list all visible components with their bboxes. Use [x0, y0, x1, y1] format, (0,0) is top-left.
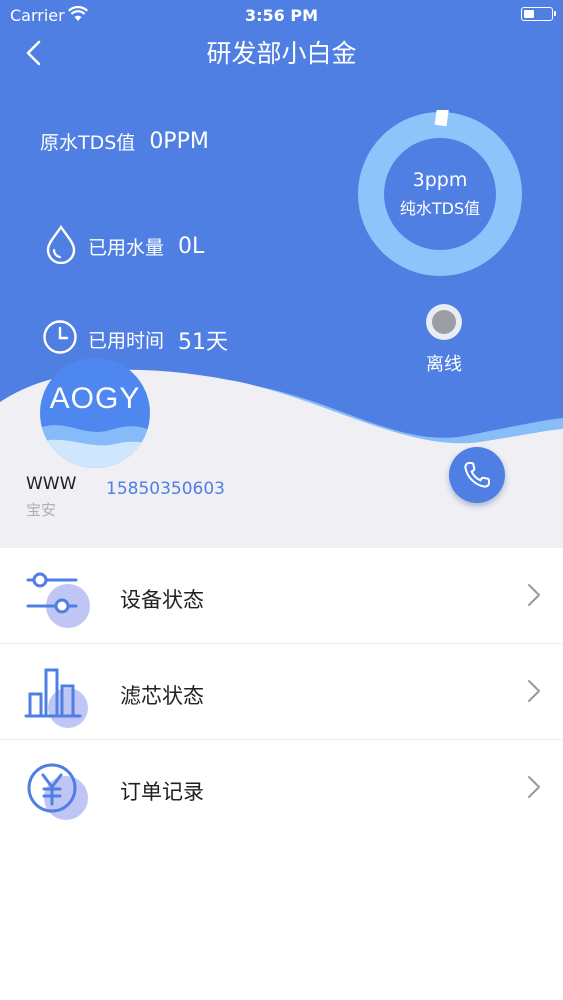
bar-chart-icon [24, 668, 88, 728]
clock-time: 3:56 PM [244, 6, 318, 25]
menu-item-filter-status[interactable]: 滤芯状态 [0, 644, 563, 740]
avatar[interactable]: AOGY [40, 358, 150, 468]
user-phone[interactable]: 15850350603 [106, 479, 225, 499]
water-drop-icon [44, 224, 78, 269]
yen-coin-icon [27, 763, 88, 820]
clock-icon [42, 319, 78, 360]
raw-tds-label: 原水TDS值 [40, 132, 136, 154]
water-used-stat: 已用水量 0L [44, 224, 204, 269]
call-button[interactable] [449, 447, 505, 503]
time-used-label: 已用时间 [88, 330, 165, 352]
battery-icon [521, 7, 556, 21]
phone-icon [464, 462, 490, 488]
chevron-right-icon [528, 584, 540, 606]
pure-tds-value: 3ppm [412, 169, 468, 191]
status-bar: Carrier 3:56 PM [0, 0, 563, 30]
sliders-icon [26, 572, 90, 628]
status-label: 离线 [426, 354, 462, 375]
gauge-center: 3ppm 纯水TDS值 [356, 110, 524, 278]
status-dot [426, 304, 462, 340]
menu-list: 设备状态 滤芯状态 订单记录 [0, 548, 563, 835]
water-used-label: 已用水量 [88, 237, 165, 259]
user-location: 宝安 [26, 501, 57, 519]
menu-item-order-records[interactable]: 订单记录 [0, 740, 563, 835]
pure-tds-label: 纯水TDS值 [399, 199, 481, 218]
chevron-right-icon [528, 776, 540, 798]
menu-label: 滤芯状态 [120, 684, 204, 708]
page-title: 研发部小白金 [206, 39, 357, 68]
raw-tds-value: 0PPM [149, 129, 209, 154]
water-used-value: 0L [178, 234, 205, 259]
raw-tds-stat: 原水TDS值 0PPM [40, 128, 209, 155]
menu-label: 设备状态 [120, 588, 204, 612]
user-name: WWW [26, 474, 77, 494]
brand-logo: AOGY [49, 382, 141, 415]
menu-label: 订单记录 [120, 780, 204, 804]
time-used-value: 51天 [178, 329, 229, 355]
menu-item-device-status[interactable]: 设备状态 [0, 548, 563, 644]
time-used-stat: 已用时间 51天 [42, 319, 228, 360]
header-hero: Carrier 3:56 PM 研发部小白金 原水TDS值 0PPM 已用水量 … [0, 0, 563, 548]
chevron-right-icon [528, 680, 540, 702]
